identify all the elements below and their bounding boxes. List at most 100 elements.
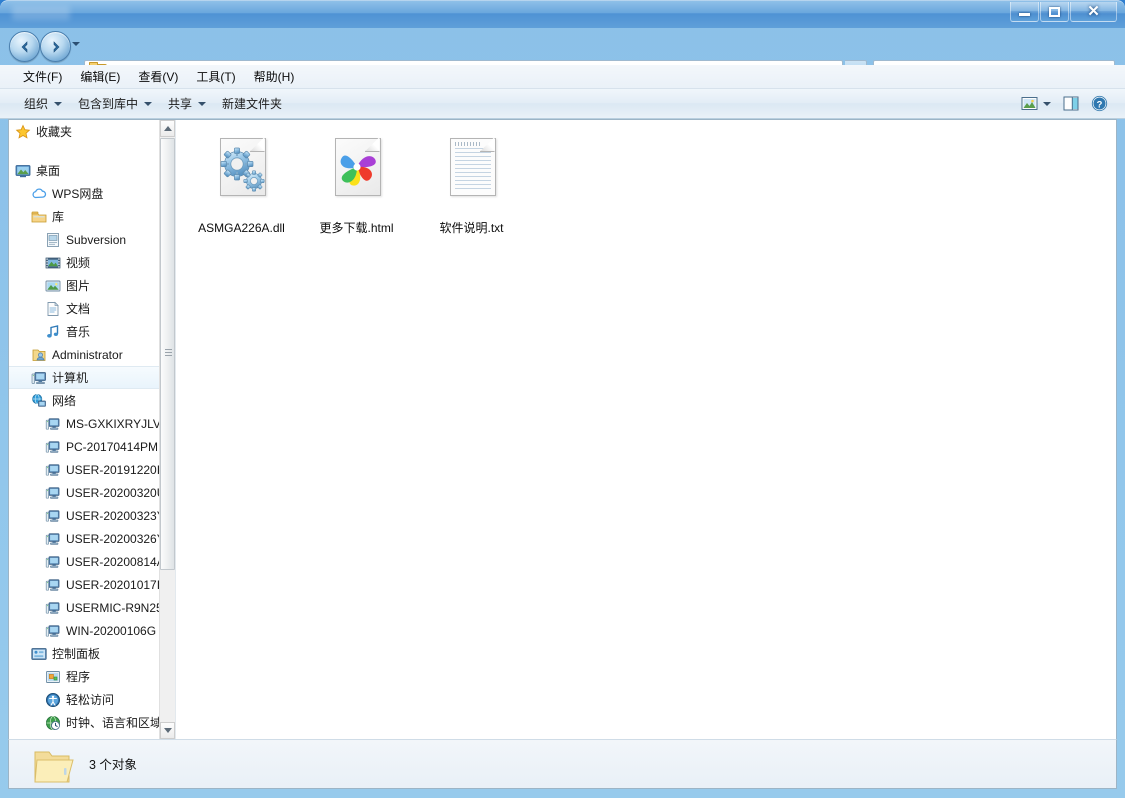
library-icon [31, 211, 47, 222]
toolbar-new-folder-label: 新建文件夹 [222, 97, 283, 111]
sidebar-item-pc-1[interactable]: MS-GXKIXRYJLV [9, 412, 159, 435]
sidebar-item-music-label: 音乐 [66, 325, 91, 339]
recent-locations-dropdown[interactable] [72, 42, 80, 46]
menu-bar: 文件(F) 编辑(E) 查看(V) 工具(T) 帮助(H) [0, 65, 1125, 89]
sidebar-item-administrator[interactable]: Administrator [9, 343, 159, 366]
music-icon [47, 324, 59, 338]
star-icon [15, 124, 31, 140]
menu-help[interactable]: 帮助(H) [245, 66, 304, 87]
close-button[interactable]: ✕ [1070, 2, 1117, 22]
chevron-down-icon [144, 101, 153, 106]
star-icon [15, 124, 31, 139]
sidebar-item-clock-language-region[interactable]: 时钟、语言和区域 [9, 711, 159, 734]
change-view-button[interactable] [1016, 93, 1056, 114]
sidebar-item-pc-2[interactable]: PC-20170414PM [9, 435, 159, 458]
sidebar-item-wps-cloud[interactable]: WPS网盘 [9, 182, 159, 205]
menu-view[interactable]: 查看(V) [129, 66, 187, 87]
programs-icon [45, 669, 61, 685]
sidebar-item-control-panel-label: 控制面板 [52, 647, 101, 661]
sidebar-item-pc-10[interactable]: WIN-20200106G [9, 619, 159, 642]
sidebar-item-videos-label: 视频 [66, 256, 91, 270]
sidebar-item-pc-8[interactable]: USER-20201017I [9, 573, 159, 596]
pc-icon [45, 463, 60, 476]
sidebar-item-desktop[interactable]: 桌面 [9, 159, 159, 182]
explorer-body: 收藏夹桌面 WPS网盘库 Subversion 视频图片 文档音乐 Administrat… [8, 119, 1117, 739]
file-item-txt[interactable]: 软件说明.txt [414, 128, 529, 236]
preview-pane-icon [1063, 96, 1079, 111]
sidebar-item-administrator-label: Administrator [52, 347, 123, 362]
forward-button[interactable] [40, 31, 71, 62]
pc-icon [45, 416, 61, 432]
preview-pane-button[interactable] [1058, 93, 1084, 114]
triangle-up-icon [163, 126, 172, 131]
sidebar-item-ease-of-access[interactable]: 轻松访问 [9, 688, 159, 711]
menu-file[interactable]: 文件(F) [14, 66, 71, 87]
help-button[interactable]: ? [1086, 92, 1113, 115]
sidebar-item-pc-5[interactable]: USER-20200323Y [9, 504, 159, 527]
sidebar-item-clock-language-region-label: 时钟、语言和区域 [66, 716, 159, 730]
toolbar-include-in-library[interactable]: 包含到库中 [70, 91, 160, 116]
music-icon [45, 324, 61, 340]
sidebar-item-pictures[interactable]: 图片 [9, 274, 159, 297]
sidebar-item-pc-7[interactable]: USER-20200814A [9, 550, 159, 573]
toolbar-new-folder[interactable]: 新建文件夹 [214, 91, 290, 116]
scrollbar-thumb[interactable] [160, 138, 175, 570]
pc-icon [45, 486, 60, 499]
programs-icon [46, 670, 60, 683]
svg-text:?: ? [1097, 99, 1103, 110]
menu-edit[interactable]: 编辑(E) [71, 66, 129, 87]
title-bar[interactable]: ✕ [0, 0, 1125, 28]
sidebar-item-control-panel[interactable]: 控制面板 [9, 642, 159, 665]
toolbar-share-label: 共享 [168, 97, 193, 111]
sidebar-item-programs[interactable]: 程序 [9, 665, 159, 688]
clock-region-icon [45, 715, 61, 731]
sidebar-item-pc-3[interactable]: USER-20191220I [9, 458, 159, 481]
pc-icon [45, 578, 60, 591]
scroll-up-button[interactable] [160, 120, 175, 137]
documents-icon [47, 301, 59, 316]
sidebar-item-pc-9[interactable]: USERMIC-R9N25 [9, 596, 159, 619]
pc-icon [45, 462, 61, 478]
chevron-down-icon [54, 101, 63, 106]
sidebar-item-pc-6[interactable]: USER-20200326Y [9, 527, 159, 550]
back-button[interactable] [9, 31, 40, 62]
sidebar-item-subversion[interactable]: Subversion [9, 228, 159, 251]
sidebar-item-libraries-label: 库 [52, 210, 65, 224]
close-icon: ✕ [1087, 3, 1100, 20]
scroll-down-button[interactable] [160, 722, 175, 739]
sidebar-item-documents[interactable]: 文档 [9, 297, 159, 320]
sidebar-item-videos[interactable]: 视频 [9, 251, 159, 274]
minimize-button[interactable] [1010, 2, 1039, 22]
ease-of-access-icon [45, 692, 61, 708]
sidebar-item-pc-4[interactable]: USER-20200320U [9, 481, 159, 504]
pc-icon [45, 601, 60, 614]
sidebar-scrollbar[interactable] [159, 120, 175, 739]
scrollbar-grip [165, 349, 172, 356]
toolbar-organize[interactable]: 组织 [16, 91, 70, 116]
toolbar-include-in-library-label: 包含到库中 [78, 97, 139, 111]
maximize-button[interactable] [1040, 2, 1069, 22]
sidebar-item-favorites[interactable]: 收藏夹 [9, 120, 159, 143]
toolbar-share[interactable]: 共享 [160, 91, 214, 116]
pc-icon [45, 417, 60, 430]
file-item-dll[interactable]: ASMGA226A.dll [184, 128, 299, 236]
pc-icon [45, 554, 61, 570]
desktop-icon [15, 163, 31, 179]
sidebar-item-music[interactable]: 音乐 [9, 320, 159, 343]
pc-icon [45, 532, 60, 545]
sidebar-item-subversion-label: Subversion [66, 232, 127, 247]
sidebar-item-pc-8-label: USER-20201017I [66, 577, 159, 592]
menu-tools[interactable]: 工具(T) [187, 66, 244, 87]
file-list-pane[interactable]: ASMGA226A.dll 更多下载.html 软件说明.txt [176, 120, 1116, 739]
user-icon [31, 347, 47, 363]
sidebar-item-pc-4-label: USER-20200320U [66, 485, 159, 500]
cloud-icon [32, 187, 47, 198]
control-panel-icon [31, 646, 47, 662]
sidebar-item-libraries[interactable]: 库 [9, 205, 159, 228]
sidebar-item-network[interactable]: 网络 [9, 389, 159, 412]
subversion-icon [47, 232, 59, 247]
computer-icon [31, 371, 46, 384]
file-item-html[interactable]: 更多下载.html [299, 128, 414, 236]
sidebar-item-computer[interactable]: 计算机 [9, 366, 159, 389]
